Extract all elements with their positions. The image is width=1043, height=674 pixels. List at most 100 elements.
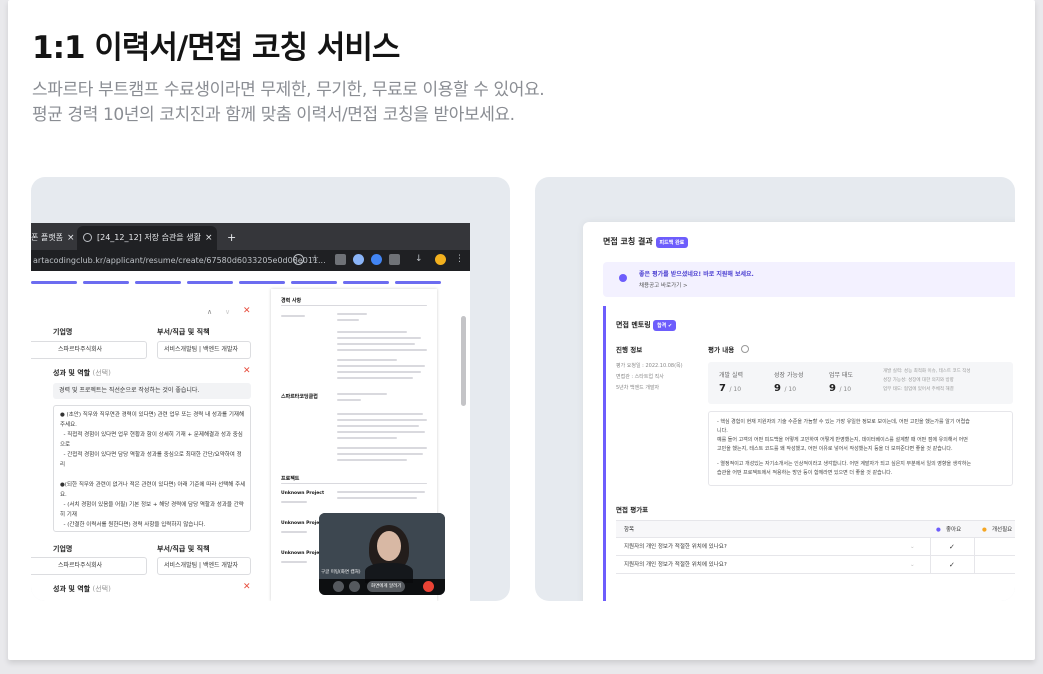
divider <box>281 483 427 484</box>
text-line <box>337 459 407 461</box>
profile-avatar-icon[interactable] <box>435 254 446 265</box>
progress-info: 평가 요청일 : 2022.10.08(목) 면접관 : 스타트업 직사 5년차… <box>616 361 683 394</box>
score-max: / 10 <box>839 386 852 393</box>
notice-banner[interactable]: 좋은 평가를 받으셨네요! 바로 지원해 보세요. 채용공고 바로가기 > <box>603 262 1015 297</box>
download-icon[interactable]: ↓ <box>415 254 426 265</box>
pass-badge: 합격 ✔ <box>653 320 677 331</box>
feedback-line: - 열정적이고 개성있는 자기소개서는 인상적이라고 생각합니다. 어떤 계발자… <box>717 461 972 467</box>
score-label: 업무 태도 <box>829 372 853 379</box>
feedback-line: - 핵심 경험이 현재 지원자의 기술 수준을 가늠할 수 있는 가장 유일한 … <box>717 419 970 425</box>
delete-achievement-icon[interactable]: ✕ <box>243 582 251 593</box>
feedback-line: 습관을 어떤 프로젝트에서 적용하는 방안 등이 함께라면 있으면 더 좋을 것… <box>717 470 893 476</box>
star-icon[interactable]: ☆ <box>311 254 322 265</box>
chevron-down-icon[interactable]: ⌄ <box>910 556 915 574</box>
extension-icon[interactable] <box>353 254 364 265</box>
new-tab-button[interactable]: + <box>227 228 236 248</box>
text-line <box>337 365 425 367</box>
progress-step <box>395 281 441 284</box>
evaluation-label: 평가 내용 <box>708 346 735 354</box>
resume-section-heading: 경력 사항 <box>281 298 302 304</box>
move-up-icon[interactable]: ∧ <box>207 307 212 318</box>
scrollbar[interactable] <box>461 316 466 406</box>
zoom-icon[interactable] <box>293 254 304 265</box>
extension-icon[interactable] <box>371 254 382 265</box>
evaluation-heading: 평가 내용 <box>708 344 750 354</box>
job-posting-link[interactable]: 채용공고 바로가기 > <box>639 281 688 289</box>
browser-tab-1[interactable]: 폰 플랫폼 <box>31 228 63 248</box>
company-input[interactable]: 스파르타주식회사 <box>31 557 147 575</box>
progress-info-line: 면접관 : 스타트업 직사 <box>616 374 664 380</box>
text-line <box>337 413 423 415</box>
position-input[interactable]: 서비스개발팀 | 백엔드 개발자 <box>157 341 251 359</box>
present-button[interactable]: 화면에게 알려기 <box>367 581 406 592</box>
subtitle-line-2: 평균 경력 10년의 코치진과 함께 맞춤 이력서/면접 코칭을 받아보세요. <box>32 105 515 125</box>
feedback-line: 니다. <box>717 428 728 434</box>
col-divider <box>930 556 931 574</box>
progress-step <box>31 281 77 284</box>
table-row: 지원자의 개인 정보가 적절한 위치에 있나요? ⌄ ✓ <box>616 538 1015 556</box>
score-label: 성장 가능성 <box>774 372 804 379</box>
project-name: Unknown Project <box>281 551 325 556</box>
score-value: 7 <box>719 383 726 394</box>
table-row: 지원자의 개인 정보가 적절한 위치에 있나요? ⌄ ✓ <box>616 556 1015 574</box>
resume-section-heading: 스파르타코딩클럽 <box>281 394 318 400</box>
text-line <box>337 319 359 321</box>
improve-dot-icon: ● <box>982 527 987 533</box>
position-label: 부서/직급 및 직책 <box>157 545 210 553</box>
resume-edit-page: ∧ ∨ ✕ 기업명 부서/직급 및 직책 스파르타주식회사 서비스개발팀 | 백… <box>31 271 470 601</box>
text-line <box>337 419 427 421</box>
score-attitude: 업무 태도 9 / 10 <box>829 370 869 394</box>
text-line <box>337 313 367 315</box>
company-label: 기업명 <box>53 328 73 336</box>
subtitle-line-1: 스파르타 부트캠프 수료생이라면 무제한, 무기한, 무료로 이용할 수 있어요… <box>32 80 545 100</box>
col-divider <box>930 538 931 556</box>
menu-dots-icon[interactable]: ⋮ <box>455 254 464 265</box>
col-improve-header: 개선필요 <box>992 527 1013 533</box>
progress-step <box>187 281 233 284</box>
text-line <box>337 331 407 333</box>
company-input[interactable]: 스파르타주식회사 <box>31 341 147 359</box>
section-title: 1:1 이력서/면접 코칭 서비스 <box>32 30 400 66</box>
score-note: 업무 태도: 협업에 있어서 주체적 해결 <box>883 387 954 392</box>
score-skill: 개발 실력 7 / 10 <box>719 370 759 394</box>
coaching-result-card: 면접 코칭 결과 피드백 완료 좋은 평가를 받으셨네요! 바로 지원해 보세요… <box>583 222 1015 601</box>
row-question: 지원자의 개인 정보가 적절한 위치에 있나요? <box>624 562 727 568</box>
extensions-puzzle-icon[interactable] <box>389 254 400 265</box>
position-input[interactable]: 서비스개발팀 | 백엔드 개발자 <box>157 557 251 575</box>
video-call-overlay[interactable]: 구글 미팅(화면 캡처) 화면에게 알려기 <box>319 513 445 595</box>
tab-close-icon[interactable]: × <box>205 228 213 248</box>
text-line <box>337 453 423 455</box>
text-line <box>337 399 361 401</box>
score-note: 성장 가능성: 성장에 대한 의지와 방향 <box>883 378 954 383</box>
text-line <box>281 315 305 317</box>
resume-section-heading: 프로젝트 <box>281 476 300 482</box>
info-circle-icon[interactable] <box>741 345 750 353</box>
text-line <box>337 491 425 493</box>
delete-career-icon[interactable]: ✕ <box>243 306 251 317</box>
progress-info-line: 5년차 백엔드 개발자 <box>616 385 660 391</box>
mic-icon[interactable] <box>333 581 344 592</box>
project-name: Unknown Project <box>281 521 325 526</box>
active-tab[interactable]: [24_12_12] 저장 습관을 생활화 하 × <box>77 226 217 250</box>
table-header: 항목 ● 좋아요 ● 개선필요 <box>616 520 1015 538</box>
achievement-label: 성과 및 역할 (선택) <box>53 368 111 379</box>
delete-achievement-icon[interactable]: ✕ <box>243 366 251 377</box>
career-form: ∧ ∨ ✕ 기업명 부서/직급 및 직책 스파르타주식회사 서비스개발팀 | 백… <box>31 291 263 601</box>
divider <box>281 305 427 306</box>
end-call-icon[interactable] <box>423 581 434 592</box>
feedback-done-badge: 피드백 완료 <box>655 237 689 248</box>
achievement-textarea[interactable]: ● (초안) 직무와 직무연관 경력이 있다면) 관련 업무 또는 경력 내 성… <box>53 405 251 532</box>
move-down-icon[interactable]: ∨ <box>225 307 230 318</box>
person-face <box>377 531 401 561</box>
info-icon <box>619 274 627 282</box>
address-url[interactable]: artacodingclub.kr/applicant/resume/creat… <box>33 250 326 271</box>
achievement-label: 성과 및 역할 (선택) <box>53 584 111 595</box>
chevron-down-icon[interactable]: ⌄ <box>910 538 915 556</box>
text-line <box>337 377 413 379</box>
mentoring-title: 면접 멘토링 <box>616 321 651 329</box>
result-title: 면접 코칭 결과 피드백 완료 <box>603 236 689 248</box>
writing-hint: 경력 및 프로젝트는 직선순으로 작성하는 것이 좋습니다. <box>53 383 251 399</box>
hand-icon[interactable] <box>349 581 360 592</box>
tab-close-icon[interactable]: × <box>67 228 75 248</box>
extension-icon[interactable] <box>335 254 346 265</box>
